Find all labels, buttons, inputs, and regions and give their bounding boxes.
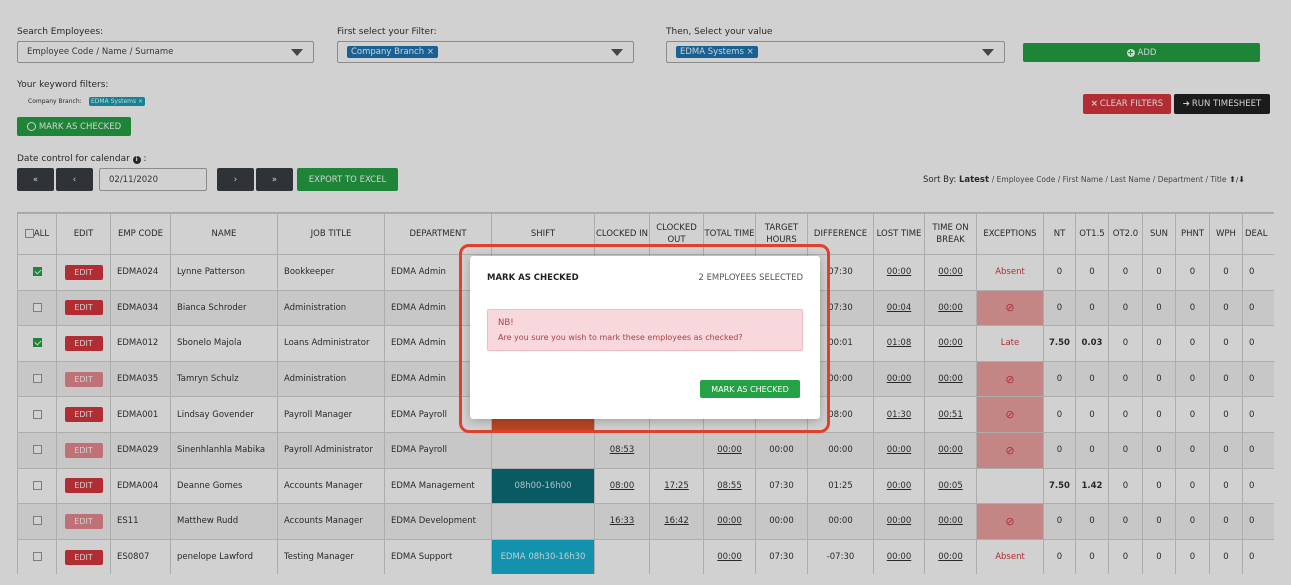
modal-title: MARK AS CHECKED [487, 273, 579, 283]
modal-confirm-button[interactable]: MARK AS CHECKED [700, 380, 800, 398]
mark-as-checked-modal: MARK AS CHECKED 2 EMPLOYEES SELECTED NB!… [470, 256, 820, 419]
modal-selected-count: 2 EMPLOYEES SELECTED [698, 273, 803, 283]
modal-alert: NB! Are you sure you wish to mark these … [487, 309, 803, 351]
alert-text: Are you sure you wish to mark these empl… [498, 333, 743, 342]
alert-title: NB! [498, 318, 514, 328]
timesheet-page: Search Employees: Employee Code / Name /… [0, 0, 1291, 585]
